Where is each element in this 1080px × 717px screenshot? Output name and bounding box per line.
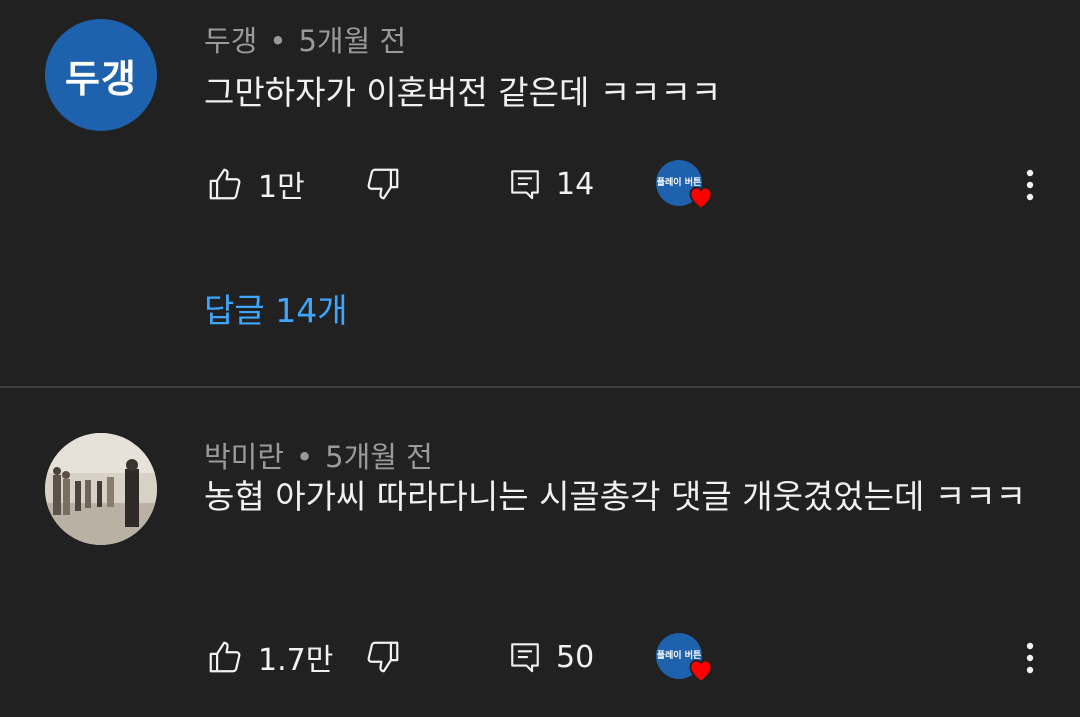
thumbs-up-icon xyxy=(206,638,244,676)
more-vert-icon xyxy=(1012,642,1048,683)
comment-thread-1: 두갱 두갱 • 5개월 전 그만하자가 이혼버전 같은데 ㅋㅋㅋㅋ 1만 14 플레… xyxy=(0,0,1080,386)
avatar-text: 두갱 xyxy=(65,56,137,101)
view-replies-link[interactable]: 답글 14개 xyxy=(204,284,348,332)
comment-actions: 1만 14 플레이 버튼 xyxy=(0,156,1080,212)
thumbs-up-icon xyxy=(206,165,244,203)
avatar-photo xyxy=(45,433,157,545)
more-vert-icon xyxy=(1012,169,1048,210)
dislike-button[interactable] xyxy=(364,629,402,685)
reply-button[interactable]: 14 xyxy=(508,156,594,212)
dislike-button[interactable] xyxy=(364,156,402,212)
thumbs-down-icon xyxy=(364,638,402,676)
comment-meta: 두갱 • 5개월 전 xyxy=(204,18,406,60)
like-button[interactable]: 1.7만 xyxy=(206,629,333,685)
more-options-button[interactable] xyxy=(1012,164,1048,206)
like-button[interactable]: 1만 xyxy=(206,156,305,212)
thumbs-down-icon xyxy=(364,165,402,203)
comment-text: 농협 아가씨 따라다니는 시골총각 댓글 개웃겼었는데 ㅋㅋㅋ xyxy=(204,477,1026,516)
creator-heart-badge: 플레이 버튼 xyxy=(656,633,718,685)
creator-heart-badge: 플레이 버튼 xyxy=(656,160,718,212)
like-count: 1.7만 xyxy=(258,643,334,678)
comment-text: 그만하자가 이혼버전 같은데 ㅋㅋㅋㅋ xyxy=(204,73,722,112)
reply-count: 14 xyxy=(556,166,595,202)
comment-icon xyxy=(508,167,542,201)
meta-separator: • xyxy=(269,24,287,58)
comment-actions: 1.7만 50 플레이 버튼 xyxy=(0,629,1080,685)
comment-time[interactable]: 5개월 전 xyxy=(298,24,406,58)
avatar[interactable] xyxy=(45,433,157,545)
comment-icon xyxy=(508,640,542,674)
author-name[interactable]: 두갱 xyxy=(204,24,257,58)
reply-count: 50 xyxy=(556,639,595,675)
like-count: 1만 xyxy=(258,170,305,205)
reply-button[interactable]: 50 xyxy=(508,629,594,685)
more-options-button[interactable] xyxy=(1012,637,1048,679)
avatar[interactable]: 두갱 xyxy=(45,19,157,131)
comment-thread-2: 박미란 • 5개월 전 농협 아가씨 따라다니는 시골총각 댓글 개웃겼었는데 ㅋㅋ… xyxy=(0,388,1080,717)
